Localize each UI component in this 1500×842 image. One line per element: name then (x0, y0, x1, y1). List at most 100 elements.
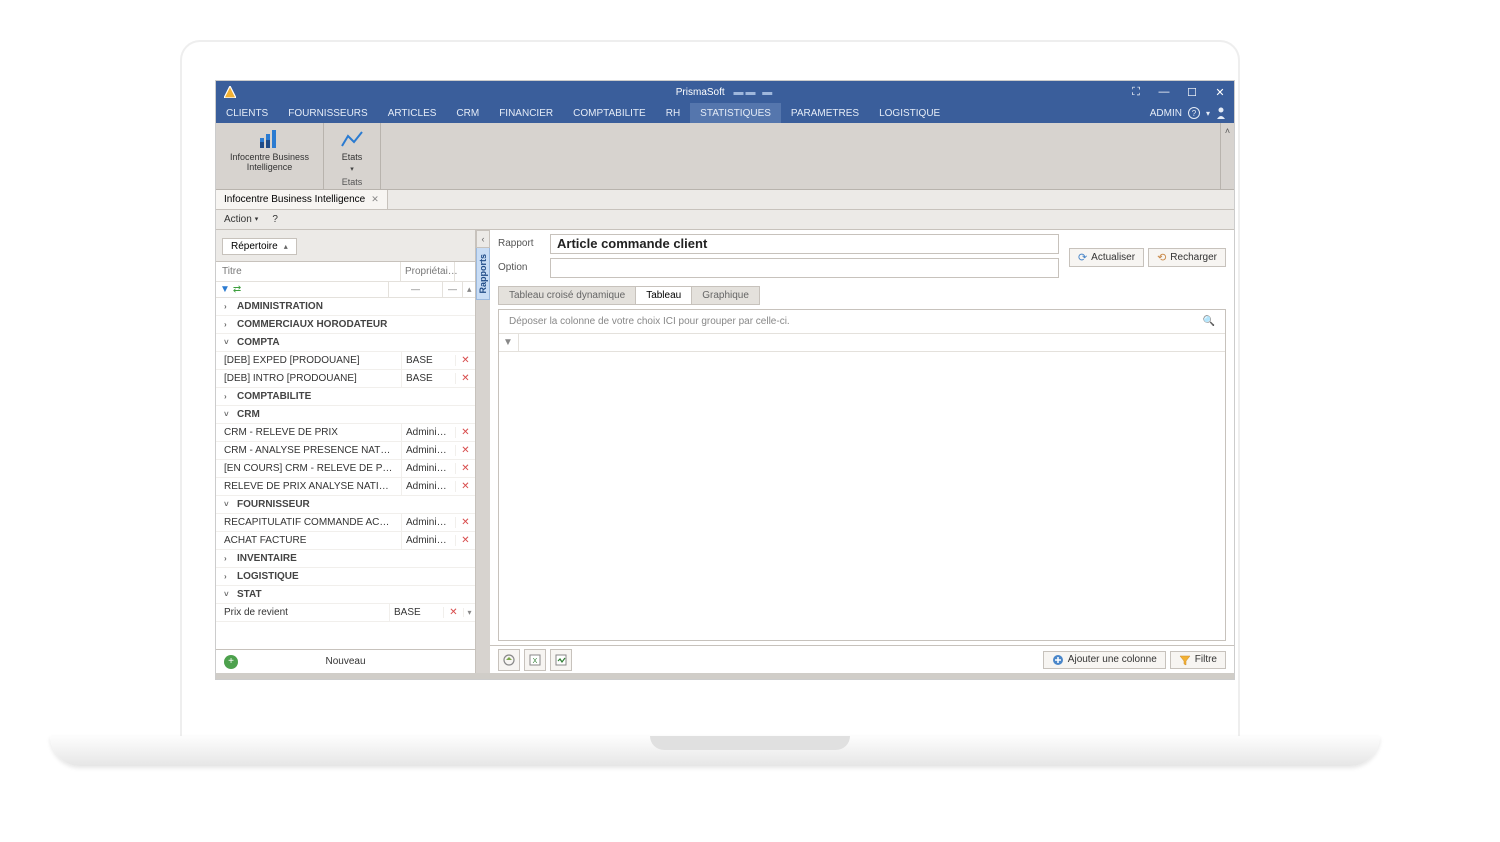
chevron-down-icon[interactable]: ▾ (1206, 109, 1210, 118)
menu-tab-logistique[interactable]: LOGISTIQUE (869, 103, 950, 123)
tree-group-fournisseur[interactable]: ˅FOURNISSEUR (216, 496, 475, 514)
filter-button[interactable]: Filtre (1170, 651, 1226, 669)
maximize2-button[interactable]: ⛶ (1122, 81, 1150, 103)
tree-row[interactable]: [DEB] EXPED [PRODOUANE]BASE✕ (216, 352, 475, 370)
menu-tab-comptabilite[interactable]: COMPTABILITE (563, 103, 656, 123)
directory-selector[interactable]: Répertoire ▴ (222, 238, 297, 255)
document-tab-bi[interactable]: Infocentre Business Intelligence ✕ (216, 190, 388, 209)
grid-funnel-button[interactable]: ▼ (499, 334, 519, 351)
search-icon[interactable]: 🔍 (1203, 316, 1215, 327)
laptop-shell: PrismaSoft ▬▬ ▬ ⛶ — ☐ ✕ CLIENTSFOURNISSE… (180, 40, 1240, 740)
tree-row[interactable]: RECAPITULATIF COMMANDE ACHATAdministr…✕ (216, 514, 475, 532)
view-tab-tableau[interactable]: Tableau (635, 286, 692, 305)
tree-row-fav-icon[interactable]: ✕ (455, 535, 475, 546)
tree-row[interactable]: CRM - ANALYSE PRESENCE NATIONALEAdminist… (216, 442, 475, 460)
menu-tab-parametres[interactable]: PARAMETRES (781, 103, 869, 123)
tree-row-fav-icon[interactable]: ✕ (455, 427, 475, 438)
menu-tab-fournisseurs[interactable]: FOURNISSEURS (278, 103, 377, 123)
chevron-right-icon: › (224, 320, 232, 329)
user-label: ADMIN (1150, 108, 1182, 119)
sidebar-new-button[interactable]: + Nouveau (216, 649, 475, 673)
view-tab-graphique[interactable]: Graphique (691, 286, 760, 305)
close-icon[interactable]: ✕ (371, 194, 379, 205)
tree-row[interactable]: [DEB] INTRO [PRODOUANE]BASE✕ (216, 370, 475, 388)
add-column-button[interactable]: Ajouter une colonne (1043, 651, 1166, 669)
tree-row[interactable]: Prix de revientBASE✕▾ (216, 604, 475, 622)
tree-row-owner: Administr… (401, 460, 455, 477)
tree-row-fav-icon[interactable]: ✕ (455, 355, 475, 366)
minimize-button[interactable]: — (1150, 81, 1178, 103)
filter-cell-owner[interactable]: — (389, 282, 443, 298)
tree-row[interactable]: CRM - RELEVE DE PRIXAdministr…✕ (216, 424, 475, 442)
tree-row[interactable]: RELEVE DE PRIX ANALYSE NATIONALEAdminist… (216, 478, 475, 496)
refresh-button[interactable]: ⟳ Actualiser (1069, 248, 1144, 267)
ribbon-btn-bi[interactable]: Infocentre BusinessIntelligence (224, 127, 315, 175)
window-buttons: ⛶ — ☐ ✕ (1122, 81, 1234, 103)
export-button-1[interactable] (498, 649, 520, 671)
close-button[interactable]: ✕ (1206, 81, 1234, 103)
collapse-handle[interactable]: ‹ (476, 230, 490, 248)
tree-row-fav-icon[interactable]: ✕ (455, 517, 475, 528)
tree-group-administration[interactable]: ›ADMINISTRATION (216, 298, 475, 316)
tree-group-label: STAT (237, 589, 262, 600)
menu-tab-clients[interactable]: CLIENTS (216, 103, 278, 123)
line-chart-icon (338, 129, 366, 151)
export-button-3[interactable] (550, 649, 572, 671)
field-rapport-value: Article commande client (550, 234, 1059, 254)
sidebar-header: Répertoire ▴ (216, 230, 475, 262)
report-tree[interactable]: ›ADMINISTRATION › COMMERCIAUX HORODATEUR ˅C… (216, 298, 475, 649)
export-excel-button[interactable]: X (524, 649, 546, 671)
submenu-help[interactable]: ? (272, 214, 278, 225)
ribbon-btn-etats-label: Etats (342, 153, 363, 163)
tree-group-crm[interactable]: ˅CRM (216, 406, 475, 424)
ribbon-btn-etats[interactable]: Etats ▾ (332, 127, 372, 175)
submenu-action[interactable]: Action ▾ (224, 214, 258, 225)
tree-group-commerciaux-horodateur[interactable]: › COMMERCIAUX HORODATEUR (216, 316, 475, 334)
ribbon-collapse-button[interactable]: ˄ (1220, 123, 1234, 189)
filter-cell-title[interactable]: ▼ ⇄ (216, 282, 389, 298)
tree-row[interactable]: ACHAT FACTUREAdministr…✕ (216, 532, 475, 550)
ribbon-btn-bi-label: Infocentre BusinessIntelligence (230, 153, 309, 173)
filter-button-label: Filtre (1195, 654, 1217, 665)
tree-row[interactable]: [EN COURS] CRM - RELEVE DE PRIXAdministr… (216, 460, 475, 478)
title-bar: PrismaSoft ▬▬ ▬ ⛶ — ☐ ✕ (216, 81, 1234, 103)
tree-group-compta[interactable]: ˅COMPTA (216, 334, 475, 352)
body: Répertoire ▴ Titre Propriétai… ▼ ⇄ — — (216, 230, 1234, 673)
filter-cell-fav[interactable]: — (443, 282, 463, 298)
grid-header-row: ▼ (499, 334, 1225, 352)
tree-group-logistique[interactable]: ›LOGISTIQUE (216, 568, 475, 586)
field-option-value[interactable] (550, 258, 1059, 278)
scroll-down-button[interactable]: ▾ (463, 608, 475, 617)
menu-tab-financier[interactable]: FINANCIER (489, 103, 563, 123)
tree-row-fav-icon[interactable]: ✕ (443, 607, 463, 618)
vertical-tab-rapports[interactable]: Rapports (476, 248, 490, 301)
view-tab-tableau-croisé-dynamique[interactable]: Tableau croisé dynamique (498, 286, 636, 305)
menu-tab-crm[interactable]: CRM (446, 103, 489, 123)
tree-group-label: CRM (237, 409, 260, 420)
help-icon[interactable]: ? (1188, 107, 1200, 119)
col-header-owner[interactable]: Propriétai… (401, 262, 455, 282)
tree-row-fav-icon[interactable]: ✕ (455, 463, 475, 474)
field-option-label: Option (498, 262, 542, 273)
group-by-bar[interactable]: Déposer la colonne de votre choix ICI po… (499, 310, 1225, 334)
tree-row-fav-icon[interactable]: ✕ (455, 481, 475, 492)
tree-group-label: COMMERCIAUX HORODATEUR (237, 319, 387, 330)
col-header-title[interactable]: Titre (216, 262, 401, 282)
tree-group-stat[interactable]: ˅STAT (216, 586, 475, 604)
user-avatar-icon[interactable] (1216, 107, 1226, 119)
menu-tab-rh[interactable]: RH (656, 103, 690, 123)
reload-button[interactable]: ⟲ Recharger (1148, 248, 1226, 267)
tree-row-owner: Administr… (401, 478, 455, 495)
tree-group-inventaire[interactable]: ›INVENTAIRE (216, 550, 475, 568)
tree-row-fav-icon[interactable]: ✕ (455, 445, 475, 456)
scroll-up-button[interactable]: ▴ (463, 282, 475, 298)
tree-group-label: COMPTA (237, 337, 280, 348)
tree-group-label: COMPTABILITE (237, 391, 311, 402)
tree-group-comptabilite[interactable]: ›COMPTABILITE (216, 388, 475, 406)
col-header-fav (455, 262, 475, 282)
restore-button[interactable]: ☐ (1178, 81, 1206, 103)
menu-tab-statistiques[interactable]: STATISTIQUES (690, 103, 781, 123)
sub-menu: Action ▾ ? (216, 210, 1234, 230)
tree-row-fav-icon[interactable]: ✕ (455, 373, 475, 384)
menu-tab-articles[interactable]: ARTICLES (378, 103, 447, 123)
